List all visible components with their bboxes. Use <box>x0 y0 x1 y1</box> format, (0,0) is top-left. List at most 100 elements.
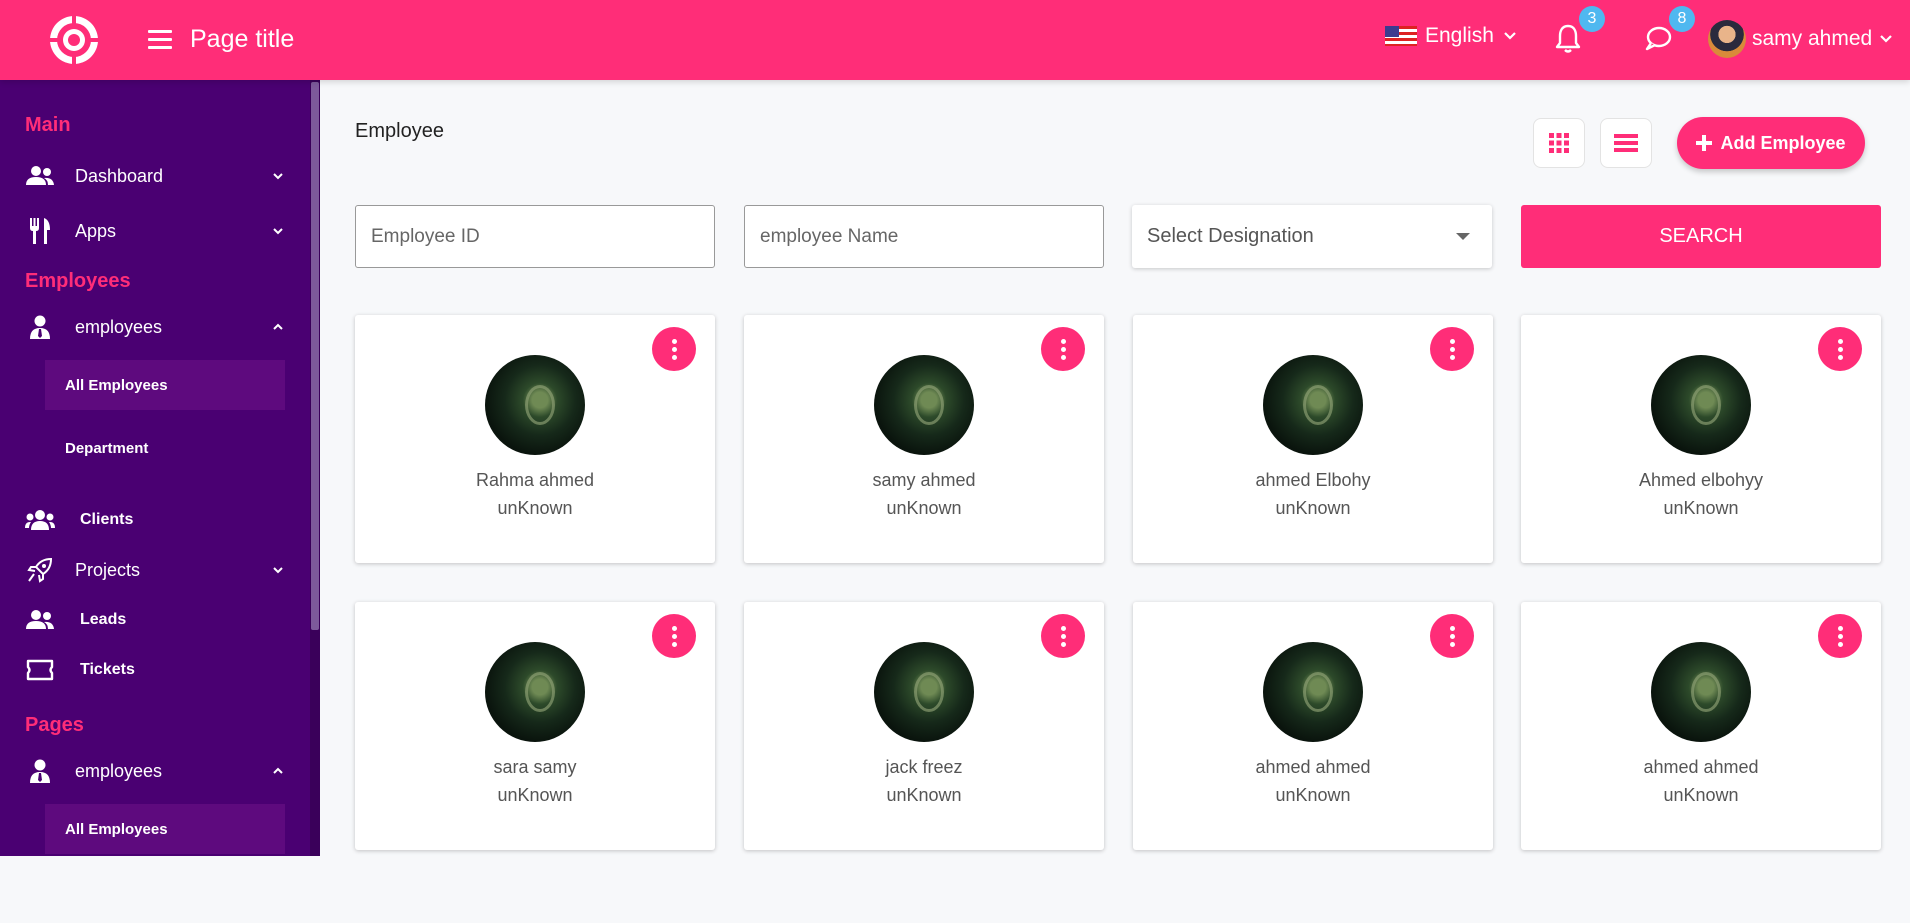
plus-icon <box>1696 135 1713 151</box>
chevron-up-icon <box>273 323 283 330</box>
user-menu[interactable]: samy ahmed <box>1708 20 1894 58</box>
chevron-up-icon <box>273 767 283 774</box>
add-employee-button[interactable]: Add Employee <box>1677 117 1865 169</box>
list-view-button[interactable] <box>1600 118 1652 168</box>
employee-card[interactable]: ahmed ahmed unKnown <box>1521 602 1881 850</box>
chevron-down-icon <box>273 567 283 574</box>
more-options-icon[interactable] <box>1818 614 1862 658</box>
chevron-down-icon <box>1880 35 1892 43</box>
employee-name: ahmed ahmed <box>1643 757 1759 777</box>
employee-name: samy ahmed <box>872 470 976 490</box>
chevron-down-icon <box>273 173 283 180</box>
users-icon <box>25 607 55 633</box>
employee-card[interactable]: samy ahmed unKnown <box>744 315 1104 563</box>
employee-role: unKnown <box>1663 785 1739 805</box>
employee-name: Ahmed elbohyy <box>1638 470 1764 490</box>
sidebar: Main Dashboard Apps Employees employees … <box>0 80 320 856</box>
language-selector[interactable]: English <box>1385 24 1518 48</box>
more-options-icon[interactable] <box>1818 327 1862 371</box>
employee-card[interactable]: jack freez unKnown <box>744 602 1104 850</box>
more-options-icon[interactable] <box>1041 614 1085 658</box>
top-header: Page title English 3 8 samy ahmed <box>0 0 1910 80</box>
more-options-icon[interactable] <box>1430 327 1474 371</box>
employee-role: unKnown <box>497 498 573 518</box>
users-icon <box>25 163 55 189</box>
employee-name: jack freez <box>885 757 963 777</box>
language-label: English <box>1425 24 1494 47</box>
sidebar-item-label: Clients <box>80 511 134 528</box>
sidebar-item-label: Leads <box>80 611 127 628</box>
user-tie-icon <box>25 314 55 340</box>
employee-name-input[interactable] <box>744 205 1104 268</box>
sidebar-subitem-all-employees[interactable]: All Employees <box>45 360 285 410</box>
employee-card[interactable]: ahmed ahmed unKnown <box>1133 602 1493 850</box>
page-title: Page title <box>190 25 295 53</box>
more-options-icon[interactable] <box>652 327 696 371</box>
grid-icon <box>1549 133 1569 153</box>
logo-target-icon[interactable] <box>48 14 100 66</box>
employee-card[interactable]: ahmed Elbohy unKnown <box>1133 315 1493 563</box>
employee-avatar <box>485 355 585 455</box>
sidebar-item-leads[interactable]: Leads <box>25 600 285 640</box>
notifications-button[interactable]: 3 <box>1553 6 1605 54</box>
sidebar-item-label: Projects <box>75 559 141 580</box>
search-button[interactable]: SEARCH <box>1521 205 1881 268</box>
sidebar-subitem-department[interactable]: Department <box>45 423 285 473</box>
section-pages: Pages <box>25 714 84 736</box>
sidebar-item-tickets[interactable]: Tickets <box>25 650 285 690</box>
user-name: samy ahmed <box>1752 27 1873 50</box>
avatar <box>1708 20 1746 58</box>
sidebar-subitem-pages-all-employees[interactable]: All Employees <box>45 804 285 854</box>
employee-name: sara samy <box>493 757 577 777</box>
more-options-icon[interactable] <box>1041 327 1085 371</box>
sidebar-item-employees[interactable]: employees <box>25 307 285 347</box>
employee-id-input[interactable] <box>355 205 715 268</box>
employee-role: unKnown <box>1275 498 1351 518</box>
sidebar-item-projects[interactable]: Projects <box>25 550 285 590</box>
section-employees: Employees <box>25 270 131 292</box>
employee-role: unKnown <box>1663 498 1739 518</box>
bell-icon <box>1555 24 1581 53</box>
sidebar-item-label: employees <box>75 760 163 781</box>
sidebar-item-apps[interactable]: Apps <box>25 211 285 251</box>
sidebar-item-dashboard[interactable]: Dashboard <box>25 156 285 196</box>
sidebar-item-label: Dashboard <box>75 165 164 186</box>
list-icon <box>1614 134 1638 152</box>
employee-avatar <box>874 642 974 742</box>
page-heading: Employee <box>355 120 444 142</box>
utensils-icon <box>25 218 55 244</box>
menu-toggle-icon[interactable] <box>148 30 172 50</box>
employee-avatar <box>1263 355 1363 455</box>
employee-avatar <box>1651 642 1751 742</box>
messages-badge: 8 <box>1669 6 1695 32</box>
add-employee-label: Add Employee <box>1720 132 1846 153</box>
more-options-icon[interactable] <box>1430 614 1474 658</box>
sidebar-item-label: employees <box>75 316 163 337</box>
us-flag-icon <box>1385 26 1417 46</box>
users-group-icon <box>25 507 55 533</box>
employee-name: ahmed Elbohy <box>1255 470 1371 490</box>
rocket-icon <box>25 557 55 583</box>
employee-card[interactable]: Ahmed elbohyy unKnown <box>1521 315 1881 563</box>
sidebar-item-label: Tickets <box>80 661 135 678</box>
grid-view-button[interactable] <box>1533 118 1585 168</box>
designation-select[interactable]: Select Designation <box>1132 205 1492 268</box>
employee-role: unKnown <box>1275 785 1351 805</box>
sidebar-scrollbar-thumb[interactable] <box>311 82 319 630</box>
designation-select-label: Select Designation <box>1147 225 1314 247</box>
sidebar-item-pages-employees[interactable]: employees <box>25 751 285 791</box>
employee-card[interactable]: Rahma ahmed unKnown <box>355 315 715 563</box>
employee-name: Rahma ahmed <box>475 470 595 490</box>
employee-role: unKnown <box>886 498 962 518</box>
chevron-down-icon <box>273 228 283 235</box>
employee-avatar <box>485 642 585 742</box>
section-main: Main <box>25 114 71 136</box>
more-options-icon[interactable] <box>652 614 696 658</box>
employee-card[interactable]: sara samy unKnown <box>355 602 715 850</box>
employee-avatar <box>1263 642 1363 742</box>
ticket-icon <box>25 657 55 683</box>
messages-button[interactable]: 8 <box>1643 6 1695 54</box>
sidebar-item-clients[interactable]: Clients <box>25 500 285 540</box>
notifications-badge: 3 <box>1579 6 1605 32</box>
employee-name: ahmed ahmed <box>1255 757 1371 777</box>
